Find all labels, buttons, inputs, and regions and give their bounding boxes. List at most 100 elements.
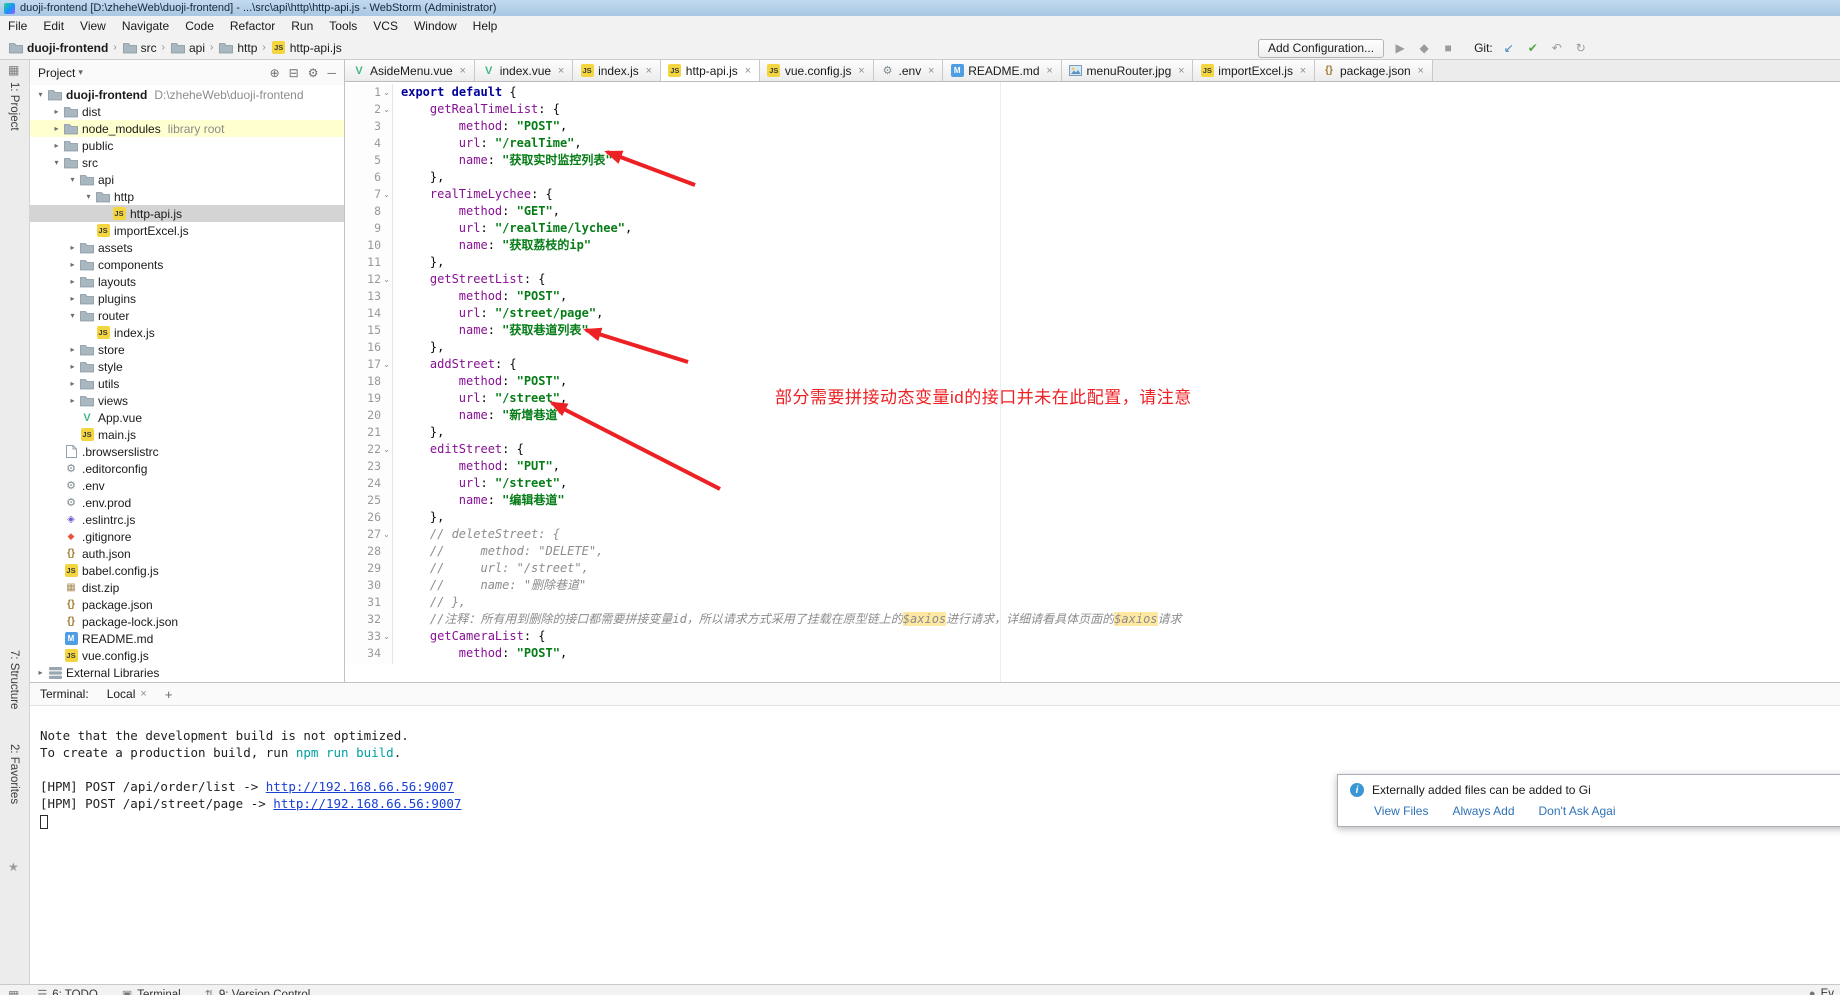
collapse-all-icon[interactable]: ⊟ bbox=[289, 66, 299, 80]
always-add-link[interactable]: Always Add bbox=[1452, 804, 1514, 818]
editor-tab-index.js[interactable]: JSindex.js× bbox=[573, 60, 661, 81]
code-line[interactable]: url: "/realTime", bbox=[401, 135, 1840, 152]
fold-icon[interactable]: ⌄ bbox=[381, 88, 392, 97]
menu-item-tools[interactable]: Tools bbox=[321, 16, 365, 36]
tree-item-layouts[interactable]: ▸layouts bbox=[30, 273, 344, 290]
code-line[interactable]: realTimeLychee: { bbox=[401, 186, 1840, 203]
breadcrumb-item-duoji-frontend[interactable]: duoji-frontend bbox=[6, 40, 110, 56]
fold-icon[interactable]: ⌄ bbox=[381, 632, 392, 641]
menu-item-view[interactable]: View bbox=[72, 16, 114, 36]
tree-item-components[interactable]: ▸components bbox=[30, 256, 344, 273]
menu-item-code[interactable]: Code bbox=[177, 16, 222, 36]
code-line[interactable]: getStreetList: { bbox=[401, 271, 1840, 288]
tree-item-store[interactable]: ▸store bbox=[30, 341, 344, 358]
tree-item-readme.md[interactable]: MREADME.md bbox=[30, 630, 344, 647]
tree-item-src[interactable]: ▾src bbox=[30, 154, 344, 171]
tree-item-vue.config.js[interactable]: JSvue.config.js bbox=[30, 647, 344, 664]
fold-icon[interactable]: ⌄ bbox=[381, 445, 392, 454]
tree-item-public[interactable]: ▸public bbox=[30, 137, 344, 154]
tree-item-assets[interactable]: ▸assets bbox=[30, 239, 344, 256]
code-line[interactable]: name: "编辑巷道" bbox=[401, 492, 1840, 509]
debug-icon[interactable]: ◆ bbox=[1415, 39, 1433, 57]
code-line[interactable]: // }, bbox=[401, 594, 1840, 611]
git-update-icon[interactable]: ↙ bbox=[1500, 39, 1518, 57]
code-line[interactable]: // method: "DELETE", bbox=[401, 543, 1840, 560]
close-icon[interactable]: × bbox=[926, 65, 936, 77]
tree-item-style[interactable]: ▸style bbox=[30, 358, 344, 375]
tool-window-switcher-icon[interactable]: ▦ bbox=[8, 63, 19, 77]
code-line[interactable]: name: "获取荔枝的ip" bbox=[401, 237, 1840, 254]
editor-tab-.env[interactable]: ⚙.env× bbox=[874, 60, 944, 81]
view-files-link[interactable]: View Files bbox=[1374, 804, 1428, 818]
tree-item-dist.zip[interactable]: ▦dist.zip bbox=[30, 579, 344, 596]
code-line[interactable]: url: "/street", bbox=[401, 475, 1840, 492]
chevron-right-icon[interactable]: ▸ bbox=[66, 260, 79, 269]
tree-item-.editorconfig[interactable]: ⚙.editorconfig bbox=[30, 460, 344, 477]
tree-item-plugins[interactable]: ▸plugins bbox=[30, 290, 344, 307]
code-editor[interactable]: 1⌄2⌄34567⌄89101112⌄1314151617⌄1819202122… bbox=[345, 82, 1840, 682]
terminal-tab-local[interactable]: Local × bbox=[103, 687, 151, 701]
code-line[interactable]: method: "POST", bbox=[401, 645, 1840, 662]
code-line[interactable]: }, bbox=[401, 254, 1840, 271]
breadcrumb-item-http-api.js[interactable]: JShttp-api.js bbox=[269, 40, 344, 56]
menu-item-window[interactable]: Window bbox=[406, 16, 465, 36]
status-item-terminal[interactable]: ▣Terminal bbox=[122, 988, 181, 995]
code-line[interactable]: // url: "/street", bbox=[401, 560, 1840, 577]
fold-icon[interactable]: ⌄ bbox=[381, 105, 392, 114]
tree-item-babel.config.js[interactable]: JSbabel.config.js bbox=[30, 562, 344, 579]
close-icon[interactable]: × bbox=[1298, 65, 1308, 77]
close-icon[interactable]: × bbox=[140, 688, 146, 700]
chevron-down-icon[interactable]: ▾ bbox=[34, 90, 47, 99]
close-icon[interactable]: × bbox=[1416, 65, 1426, 77]
menu-item-edit[interactable]: Edit bbox=[35, 16, 72, 36]
code-line[interactable]: method: "GET", bbox=[401, 203, 1840, 220]
settings-icon[interactable]: ⚙ bbox=[308, 66, 319, 80]
code-line[interactable]: //注释：所有用到删除的接口都需要拼接变量id，所以请求方式采用了挂载在原型链上… bbox=[401, 611, 1840, 628]
tree-item-main.js[interactable]: JSmain.js bbox=[30, 426, 344, 443]
close-icon[interactable]: × bbox=[458, 65, 468, 77]
code-line[interactable]: url: "/realTime/lychee", bbox=[401, 220, 1840, 237]
chevron-right-icon[interactable]: ▸ bbox=[50, 141, 63, 150]
tool-button-structure[interactable]: 7: Structure bbox=[8, 650, 20, 709]
editor-tab-index.vue[interactable]: Vindex.vue× bbox=[475, 60, 573, 81]
breadcrumb-item-http[interactable]: http bbox=[216, 40, 259, 56]
editor-tab-vue.config.js[interactable]: JSvue.config.js× bbox=[760, 60, 874, 81]
terminal-output[interactable]: Note that the development build is not o… bbox=[30, 707, 1840, 984]
tree-item-dist[interactable]: ▸dist bbox=[30, 103, 344, 120]
hide-icon[interactable]: ─ bbox=[327, 66, 336, 80]
tree-item-api[interactable]: ▾api bbox=[30, 171, 344, 188]
dont-ask-again-link[interactable]: Don't Ask Agai bbox=[1539, 804, 1616, 818]
terminal-link[interactable]: http://192.168.66.56:9007 bbox=[273, 796, 461, 811]
git-commit-icon[interactable]: ✔ bbox=[1524, 39, 1542, 57]
editor-tab-package.json[interactable]: {}package.json× bbox=[1315, 60, 1433, 81]
tree-item-utils[interactable]: ▸utils bbox=[30, 375, 344, 392]
terminal-link[interactable]: http://192.168.66.56:9007 bbox=[266, 779, 454, 794]
event-log-button[interactable]: ●Ev bbox=[1809, 988, 1834, 995]
code-line[interactable]: // deleteStreet: { bbox=[401, 526, 1840, 543]
code-line[interactable]: method: "POST", bbox=[401, 288, 1840, 305]
editor-tab-importexcel.js[interactable]: JSimportExcel.js× bbox=[1193, 60, 1315, 81]
code-line[interactable]: }, bbox=[401, 509, 1840, 526]
fold-icon[interactable]: ⌄ bbox=[381, 275, 392, 284]
close-icon[interactable]: × bbox=[743, 65, 753, 77]
code-line[interactable]: editStreet: { bbox=[401, 441, 1840, 458]
close-icon[interactable]: × bbox=[1176, 65, 1186, 77]
chevron-down-icon[interactable]: ▾ bbox=[50, 158, 63, 167]
tree-item-router[interactable]: ▾router bbox=[30, 307, 344, 324]
code-line[interactable]: name: "获取实时监控列表" bbox=[401, 152, 1840, 169]
new-terminal-icon[interactable]: + bbox=[165, 687, 173, 702]
code-line[interactable]: getRealTimeList: { bbox=[401, 101, 1840, 118]
code-line[interactable]: name: "获取巷道列表" bbox=[401, 322, 1840, 339]
tree-item-importexcel.js[interactable]: JSimportExcel.js bbox=[30, 222, 344, 239]
fold-icon[interactable]: ⌄ bbox=[381, 360, 392, 369]
code-line[interactable]: url: "/street/page", bbox=[401, 305, 1840, 322]
locate-icon[interactable]: ⊕ bbox=[270, 66, 280, 80]
chevron-right-icon[interactable]: ▸ bbox=[66, 362, 79, 371]
menu-item-run[interactable]: Run bbox=[283, 16, 321, 36]
status-item-9-version-control[interactable]: ⇅9: Version Control bbox=[205, 988, 311, 995]
chevron-right-icon[interactable]: ▸ bbox=[50, 107, 63, 116]
history-icon[interactable]: ↻ bbox=[1572, 39, 1590, 57]
tree-item-package.json[interactable]: {}package.json bbox=[30, 596, 344, 613]
status-item-6-todo[interactable]: ☰6: TODO bbox=[37, 988, 97, 995]
menu-item-refactor[interactable]: Refactor bbox=[222, 16, 283, 36]
